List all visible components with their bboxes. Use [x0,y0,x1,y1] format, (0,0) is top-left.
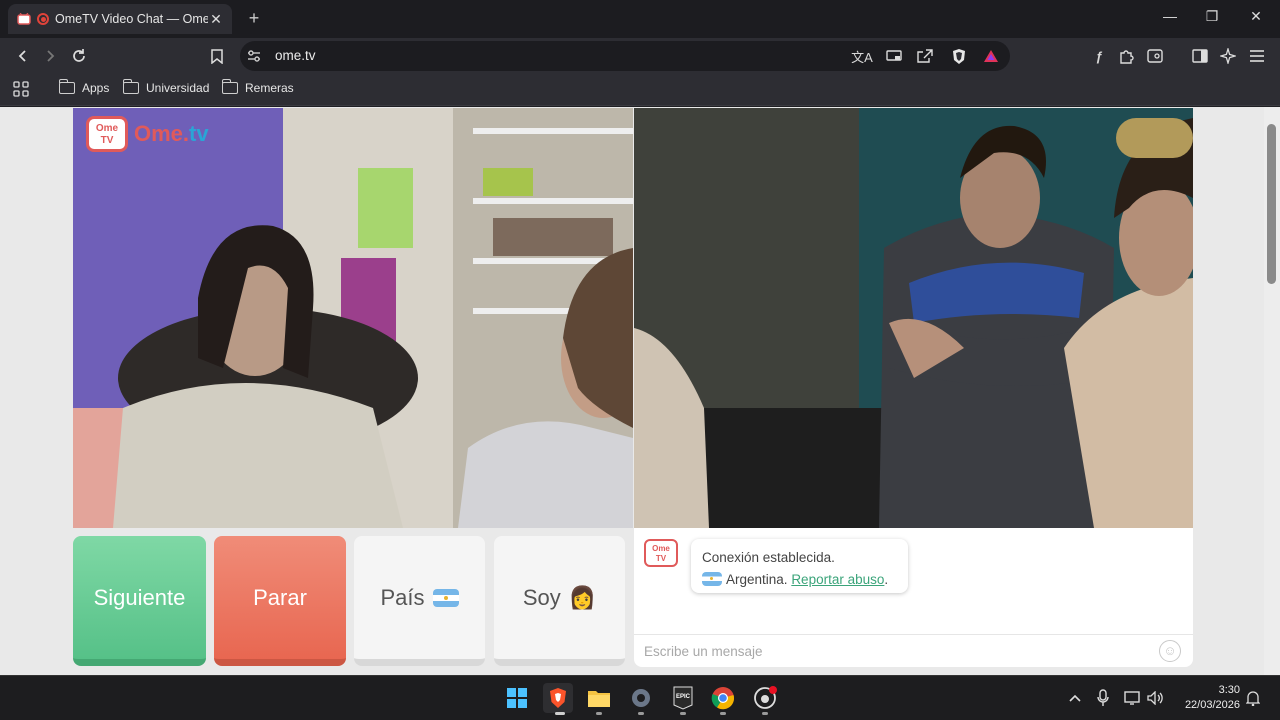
folder-icon [58,79,75,94]
remote-video [634,108,1193,528]
cast-icon[interactable] [883,45,905,67]
file-explorer-icon[interactable] [584,683,614,713]
brave-rewards-icon[interactable] [980,45,1002,67]
brave-shields-icon[interactable] [948,45,970,67]
volume-icon[interactable] [1141,683,1171,713]
browser-tab[interactable]: OmeTV Video Chat — Omegl ✕ [8,4,232,34]
extensions-icon[interactable] [1116,45,1138,67]
next-button[interactable]: Siguiente [73,536,206,666]
settings-icon[interactable] [626,683,656,713]
chrome-icon[interactable] [708,683,738,713]
partner-country: Argentina. [726,572,788,587]
ometv-logo[interactable]: Ome TV Ome.tv [86,116,209,152]
brave-taskbar-icon[interactable] [543,683,573,713]
country-filter-button[interactable]: País [354,536,485,666]
bookmark-remeras[interactable]: Remeras [221,79,294,95]
message-input[interactable]: Escribe un mensaje [634,634,1193,667]
bookmark-label: Universidad [146,81,210,95]
bookmark-label: Remeras [245,81,294,95]
restore-button[interactable]: ❐ [1202,8,1222,25]
partner-country-line: Argentina. Reportar abuso. [702,569,897,591]
minimize-button[interactable]: — [1160,8,1180,24]
recording-indicator-icon [37,13,49,25]
svg-text:EPIC: EPIC [676,694,691,700]
window-close-button[interactable]: ✕ [1246,8,1266,25]
bookmark-icon [211,48,223,64]
forward-arrow-icon [47,50,55,62]
gender-select-button[interactable]: Soy 👩 [494,536,625,666]
script-extension-icon[interactable]: ƒ [1088,45,1110,67]
microphone-icon[interactable] [1088,683,1118,713]
country-button-label: País [380,584,425,610]
share-icon[interactable] [914,45,936,67]
windows-start-icon[interactable] [502,683,532,713]
reload-icon [73,49,85,62]
stop-button-label: Parar [253,584,307,610]
clock-time: 3:30 [1218,684,1240,696]
local-video [73,108,633,528]
apps-grid-icon[interactable] [10,78,32,100]
connection-status-text: Conexión establecida. [702,550,835,565]
wallet-icon[interactable] [1144,45,1166,67]
scrollbar-thumb[interactable] [1267,124,1276,284]
logo-wordmark: Ome.tv [134,121,209,146]
back-arrow-icon [18,50,26,62]
emoji-picker-icon[interactable]: ☺ [1159,640,1181,662]
show-hidden-icons-icon[interactable] [1060,683,1090,713]
github-desktop-icon[interactable] [750,683,780,713]
site-settings-icon[interactable] [243,45,265,67]
gender-button-label: Soy [522,584,561,610]
remote-video-feed [634,108,1193,528]
next-button-label: Siguiente [93,584,186,610]
folder-icon [122,79,139,94]
clock-date: 22/03/2026 [1184,699,1240,711]
sidebar-toggle-icon[interactable] [1189,45,1211,67]
reload-button[interactable] [68,45,90,67]
leo-ai-icon[interactable] [1217,45,1239,67]
tab-title: OmeTV Video Chat — Omegl [55,12,208,26]
notifications-icon[interactable] [1238,683,1268,713]
epic-games-icon[interactable]: EPIC [668,683,698,713]
bookmark-apps[interactable]: Apps [58,79,110,95]
new-tab-button[interactable]: + [244,8,264,29]
stop-button[interactable]: Parar [214,536,346,666]
tab-close-icon[interactable]: ✕ [208,11,224,28]
running-indicator [596,712,602,715]
folder-icon [221,79,238,94]
url-text[interactable]: ome.tv [275,48,316,63]
running-indicator [680,712,686,715]
running-indicator [720,712,726,715]
argentina-flag-icon [702,572,722,586]
system-message-bubble: Conexión establecida. Argentina. Reporta… [691,539,908,593]
argentina-flag-icon [432,588,459,607]
report-abuse-link[interactable]: Reportar abuso [791,572,884,587]
forward-button[interactable] [39,45,61,67]
back-button[interactable] [12,45,34,67]
translate-icon[interactable]: 文A [851,45,873,67]
woman-icon: 👩 [568,584,597,610]
ometv-favicon-icon [16,11,32,27]
logo-badge-icon: Ome TV [86,116,128,152]
active-indicator [555,712,565,715]
system-clock[interactable]: 3:30 22/03/2026 [1176,683,1240,713]
bookmark-button[interactable] [206,45,228,67]
menu-icon[interactable] [1246,45,1268,67]
local-video-feed [73,108,633,528]
bookmark-universidad[interactable]: Universidad [122,79,210,95]
chat-ometv-logo-icon: Ome TV [644,539,678,567]
bookmark-label: Apps [82,81,110,95]
running-indicator [762,712,768,715]
running-indicator [638,712,644,715]
